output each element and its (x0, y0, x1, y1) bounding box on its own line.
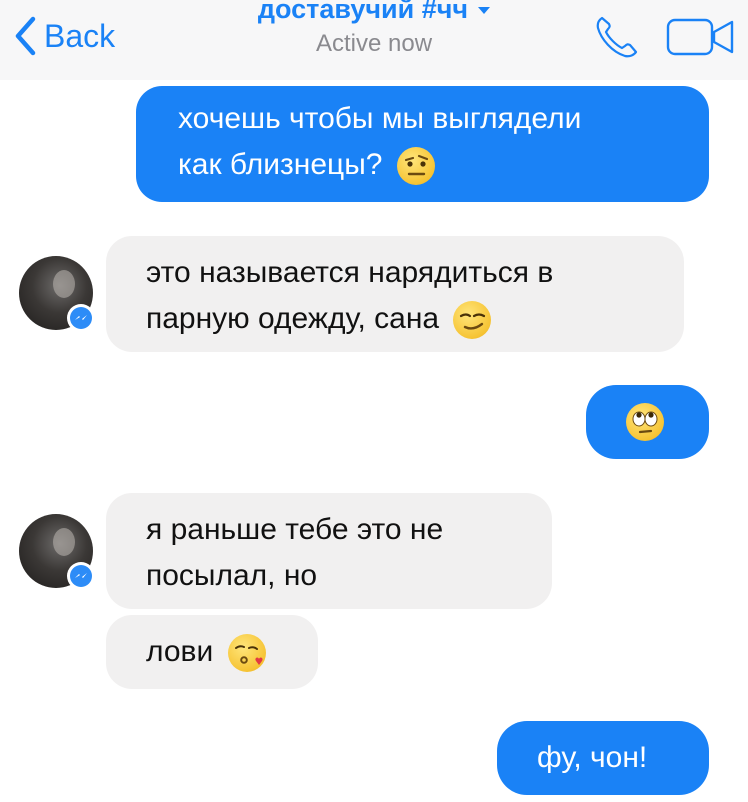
phone-icon[interactable] (594, 14, 640, 60)
avatar-photo (53, 528, 75, 556)
face-with-rolling-eyes-emoji (626, 403, 664, 441)
raised-eyebrow-emoji (396, 147, 435, 186)
message-bubble-outgoing[interactable]: хочешь чтобы мы выглядели как близнецы? (136, 86, 709, 202)
message-text: фу, чон! (537, 741, 648, 774)
message-bubble-outgoing[interactable]: фу, чон! (497, 721, 709, 795)
chevron-down-icon (478, 7, 491, 14)
video-camera-icon[interactable] (666, 16, 736, 58)
message-bubble-incoming[interactable]: я раньше тебе это не посылал, но (106, 493, 552, 609)
message-text: я раньше тебе это не (146, 513, 444, 546)
face-blowing-kiss-emoji (227, 634, 266, 673)
message-text: это называется нарядиться в (146, 256, 554, 289)
avatar[interactable] (19, 256, 95, 332)
smirking-face-emoji (453, 301, 492, 340)
message-text: парную одежду, сана (146, 296, 492, 342)
message-bubble-outgoing[interactable] (586, 385, 709, 459)
avatar-photo (53, 270, 75, 298)
message-text: лови (146, 629, 266, 675)
message-text: хочешь чтобы мы выглядели (178, 102, 582, 135)
conversation-title[interactable]: доставучий #чч (257, 0, 491, 25)
message-text: посылал, но (146, 559, 318, 592)
messenger-badge-icon (67, 304, 95, 332)
message-text: как близнецы? (178, 142, 435, 188)
messenger-badge-icon (67, 562, 95, 590)
contact-name: доставучий #чч (257, 0, 469, 24)
message-bubble-incoming[interactable]: это называется нарядиться в парную одежд… (106, 236, 684, 352)
avatar[interactable] (19, 514, 95, 590)
chat-header: Back доставучий #чч Active now (0, 0, 748, 80)
message-bubble-incoming[interactable]: лови (106, 615, 318, 689)
